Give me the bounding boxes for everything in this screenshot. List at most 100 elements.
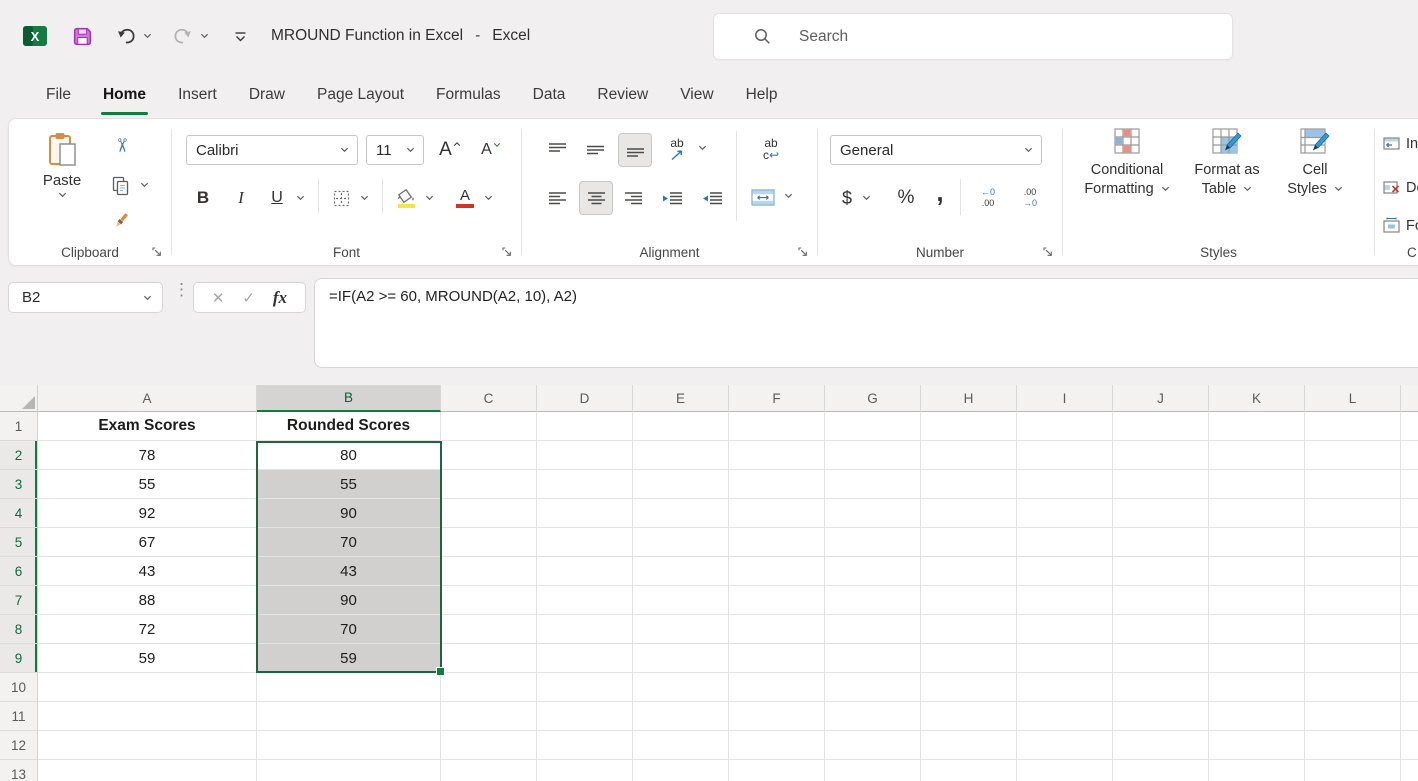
cell-A12[interactable] [38,731,257,760]
cell-L5[interactable] [1305,528,1401,557]
decrease-font-size-button[interactable]: A [475,135,507,165]
row-header-6[interactable]: 6 [0,557,38,586]
conditional-formatting-button[interactable]: Conditional Formatting [1071,127,1183,199]
decrease-decimal-button[interactable]: .00 →0 [1014,183,1046,213]
tab-draw[interactable]: Draw [233,72,301,118]
name-box[interactable]: B2 [8,282,163,313]
column-header-G[interactable]: G [825,385,921,412]
save-button[interactable] [71,25,94,48]
cell-B1[interactable]: Rounded Scores [257,412,441,441]
cell-A10[interactable] [38,673,257,702]
cell-F4[interactable] [729,499,825,528]
customize-quick-access-toolbar-icon[interactable] [232,28,249,45]
cell-H4[interactable] [921,499,1017,528]
cell-D9[interactable] [537,644,633,673]
font-dialog-launcher-icon[interactable] [502,247,512,257]
cell-F9[interactable] [729,644,825,673]
cell-H9[interactable] [921,644,1017,673]
cell-D1[interactable] [537,412,633,441]
cell-L10[interactable] [1305,673,1401,702]
cell-B10[interactable] [257,673,441,702]
cell-E9[interactable] [633,644,729,673]
cell-J8[interactable] [1113,615,1209,644]
cell-C7[interactable] [441,586,537,615]
cell-E10[interactable] [633,673,729,702]
percent-style-button[interactable]: % [892,183,920,213]
cell-J12[interactable] [1113,731,1209,760]
cell-L12[interactable] [1305,731,1401,760]
cell-H11[interactable] [921,702,1017,731]
row-header-9[interactable]: 9 [0,644,38,673]
cell-J2[interactable] [1113,441,1209,470]
insert-function-button[interactable]: fx [273,288,287,308]
cell-A8[interactable]: 72 [38,615,257,644]
comma-style-button[interactable]: , [930,177,950,207]
cell-G6[interactable] [825,557,921,586]
column-header-D[interactable]: D [537,385,633,412]
row-header-13[interactable]: 13 [0,760,38,781]
cell-K3[interactable] [1209,470,1305,499]
cell-D5[interactable] [537,528,633,557]
cell-H12[interactable] [921,731,1017,760]
increase-indent-button[interactable] [696,183,728,213]
cell-K13[interactable] [1209,760,1305,781]
cell-C3[interactable] [441,470,537,499]
column-header-J[interactable]: J [1113,385,1209,412]
tab-help[interactable]: Help [730,72,794,118]
cell-G1[interactable] [825,412,921,441]
cell-C11[interactable] [441,702,537,731]
cell-E7[interactable] [633,586,729,615]
column-header-B[interactable]: B [257,385,441,412]
cell-J1[interactable] [1113,412,1209,441]
cell-E3[interactable] [633,470,729,499]
cell-E2[interactable] [633,441,729,470]
cell-C2[interactable] [441,441,537,470]
cell-H6[interactable] [921,557,1017,586]
column-header-extra[interactable] [1401,385,1418,412]
cell-D10[interactable] [537,673,633,702]
italic-button[interactable]: I [228,183,254,213]
cell-I7[interactable] [1017,586,1113,615]
row-header-5[interactable]: 5 [0,528,38,557]
align-center-button[interactable] [579,181,613,215]
align-right-button[interactable] [618,183,648,213]
cell-C1[interactable] [441,412,537,441]
cell-I1[interactable] [1017,412,1113,441]
cell-E13[interactable] [633,760,729,781]
cell-B5[interactable]: 70 [257,528,441,557]
cell-D2[interactable] [537,441,633,470]
column-header-I[interactable]: I [1017,385,1113,412]
cell-H7[interactable] [921,586,1017,615]
underline-dropdown-chevron-icon[interactable] [296,195,305,201]
cell-A13[interactable] [38,760,257,781]
row-header-10[interactable]: 10 [0,673,38,702]
cell-J13[interactable] [1113,760,1209,781]
wrap-text-button[interactable]: ab c↩ [754,131,788,167]
cell-D6[interactable] [537,557,633,586]
cell-J9[interactable] [1113,644,1209,673]
align-top-button[interactable] [542,135,572,165]
cell-E11[interactable] [633,702,729,731]
cell-C6[interactable] [441,557,537,586]
cell-E12[interactable] [633,731,729,760]
cell-D12[interactable] [537,731,633,760]
tab-review[interactable]: Review [581,72,664,118]
orientation-chevron-icon[interactable] [698,145,707,151]
cell-F11[interactable] [729,702,825,731]
cell-extra-9[interactable] [1401,644,1418,673]
cell-B12[interactable] [257,731,441,760]
cell-I11[interactable] [1017,702,1113,731]
cell-L11[interactable] [1305,702,1401,731]
tab-home[interactable]: Home [87,72,162,118]
cell-J3[interactable] [1113,470,1209,499]
cell-C13[interactable] [441,760,537,781]
cut-button[interactable]: ✂ [109,133,133,157]
cell-F7[interactable] [729,586,825,615]
row-header-1[interactable]: 1 [0,412,38,441]
accounting-format-button[interactable]: $ [836,183,858,213]
cell-F10[interactable] [729,673,825,702]
cell-I10[interactable] [1017,673,1113,702]
insert-cells-button[interactable]: Ins [1383,135,1418,152]
cell-G9[interactable] [825,644,921,673]
row-header-12[interactable]: 12 [0,731,38,760]
